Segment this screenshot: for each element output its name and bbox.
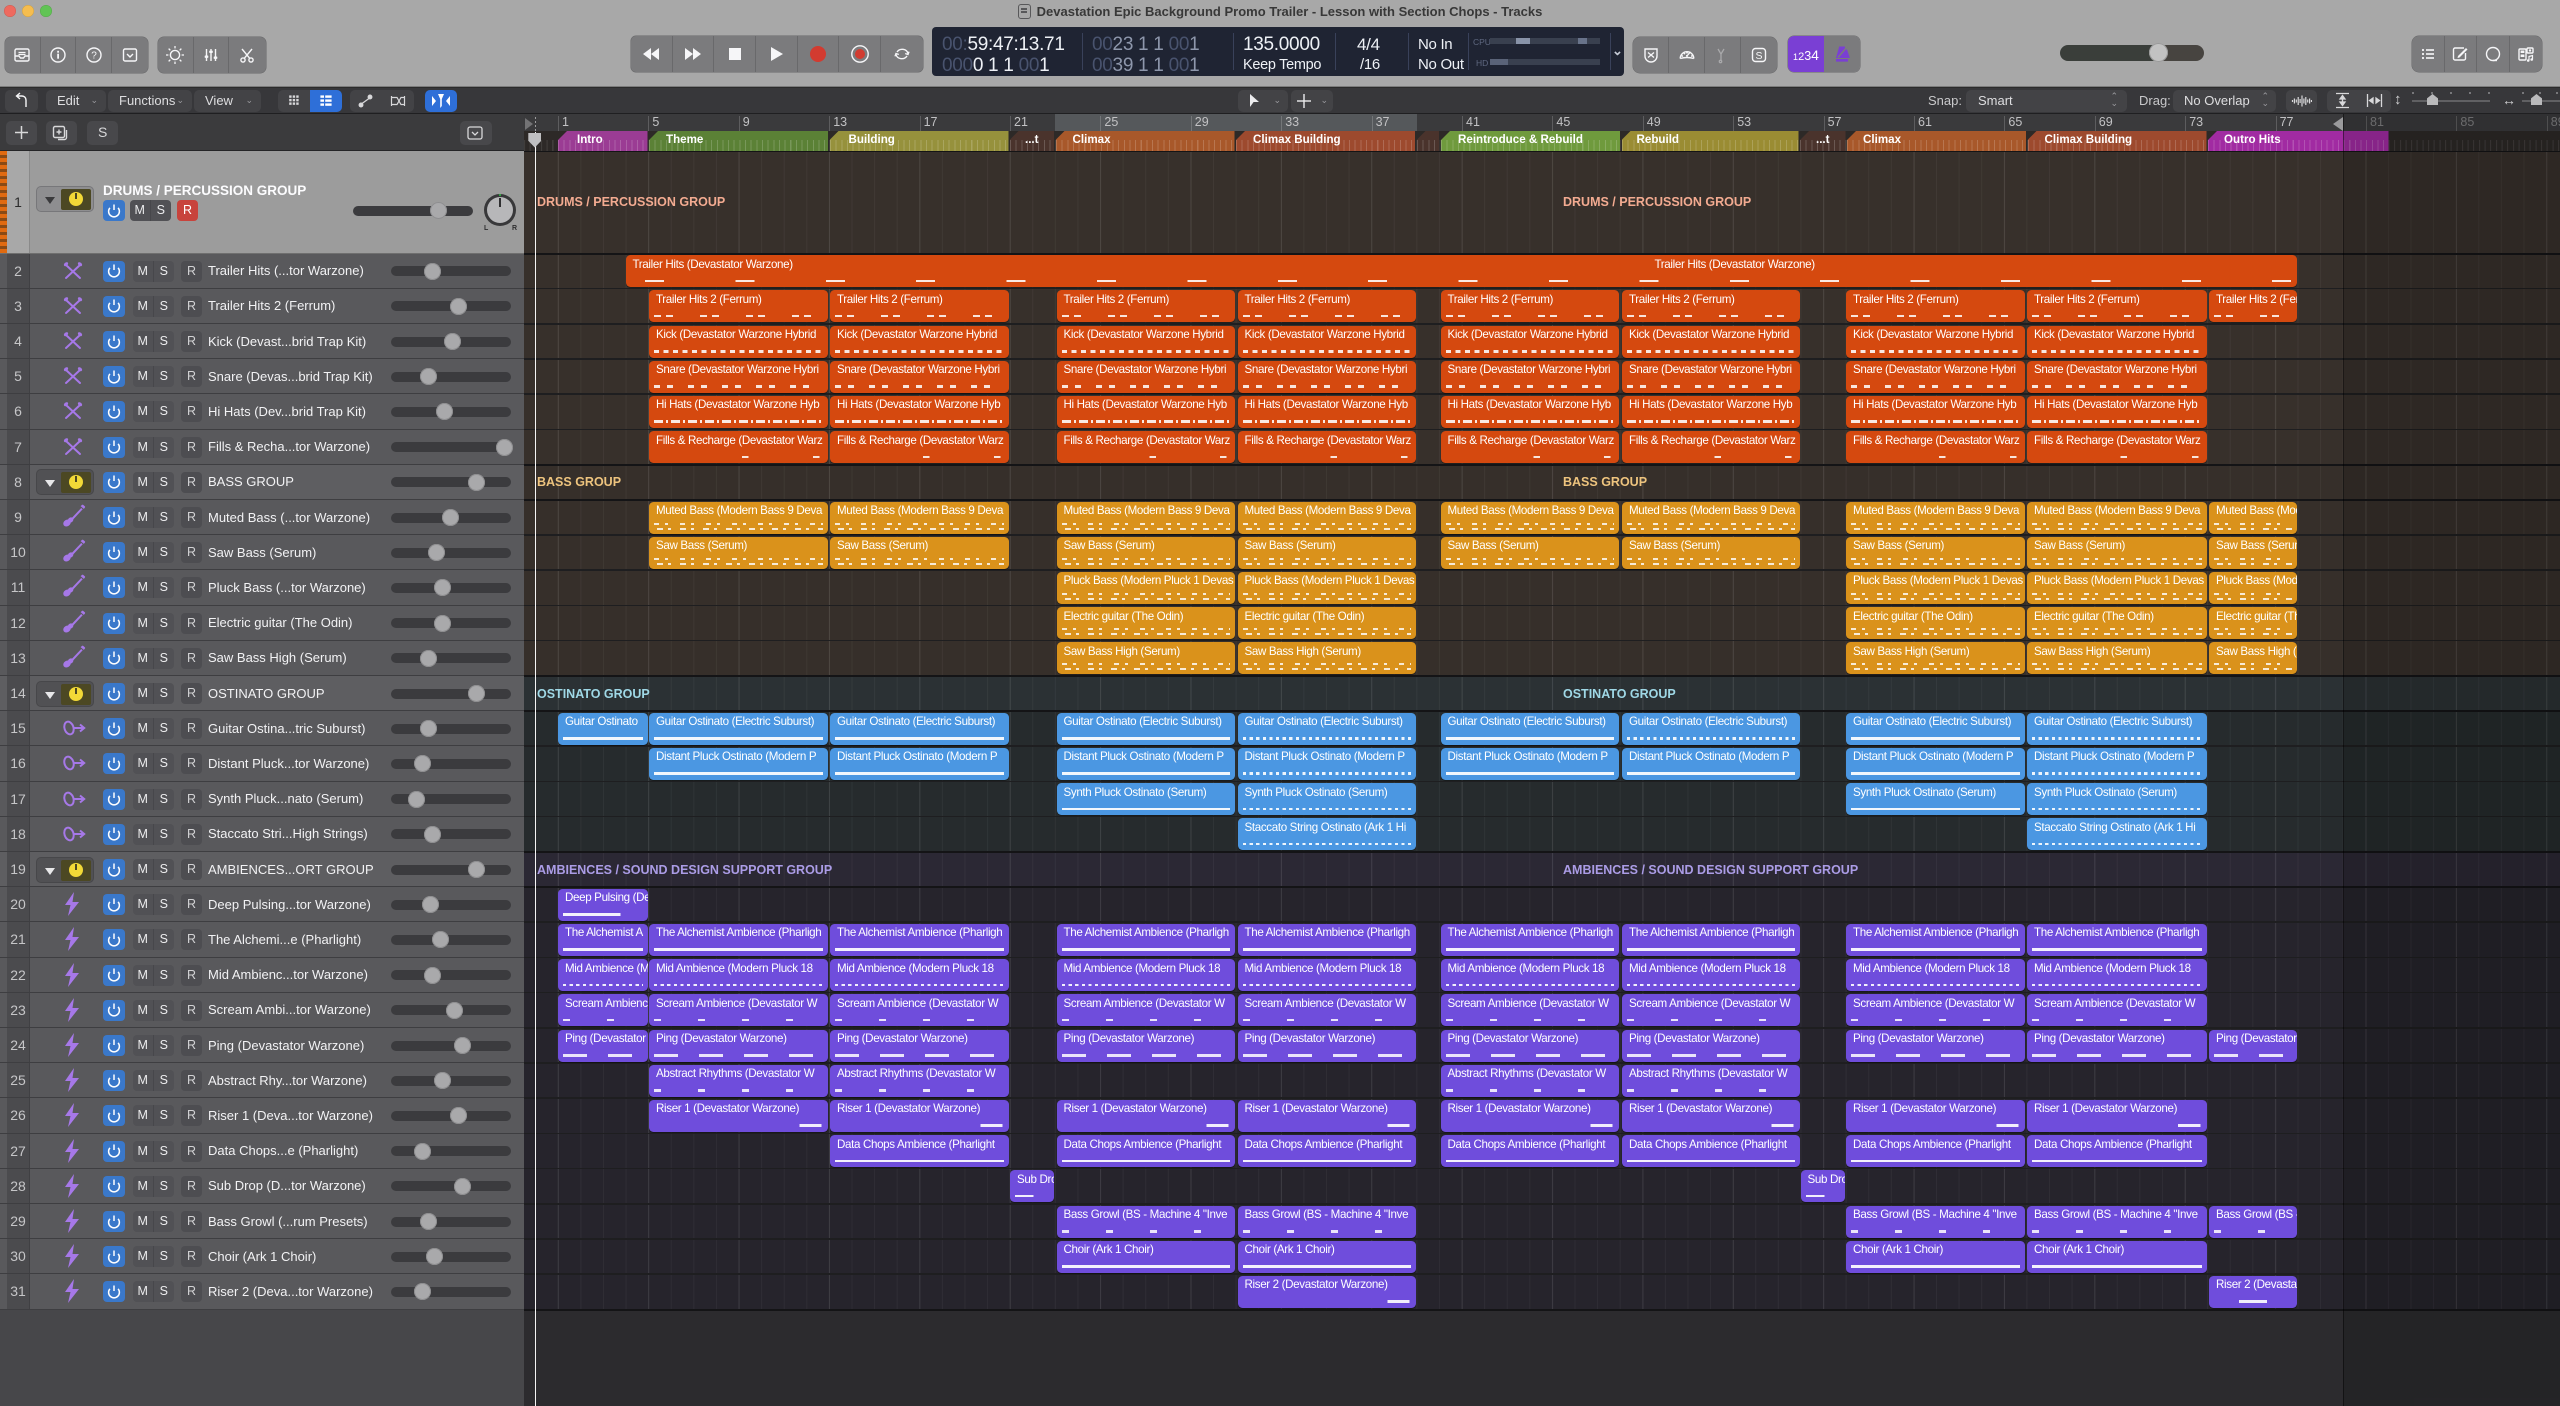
svg-text:?: ? (91, 51, 97, 62)
svg-text:S: S (1755, 50, 1762, 62)
